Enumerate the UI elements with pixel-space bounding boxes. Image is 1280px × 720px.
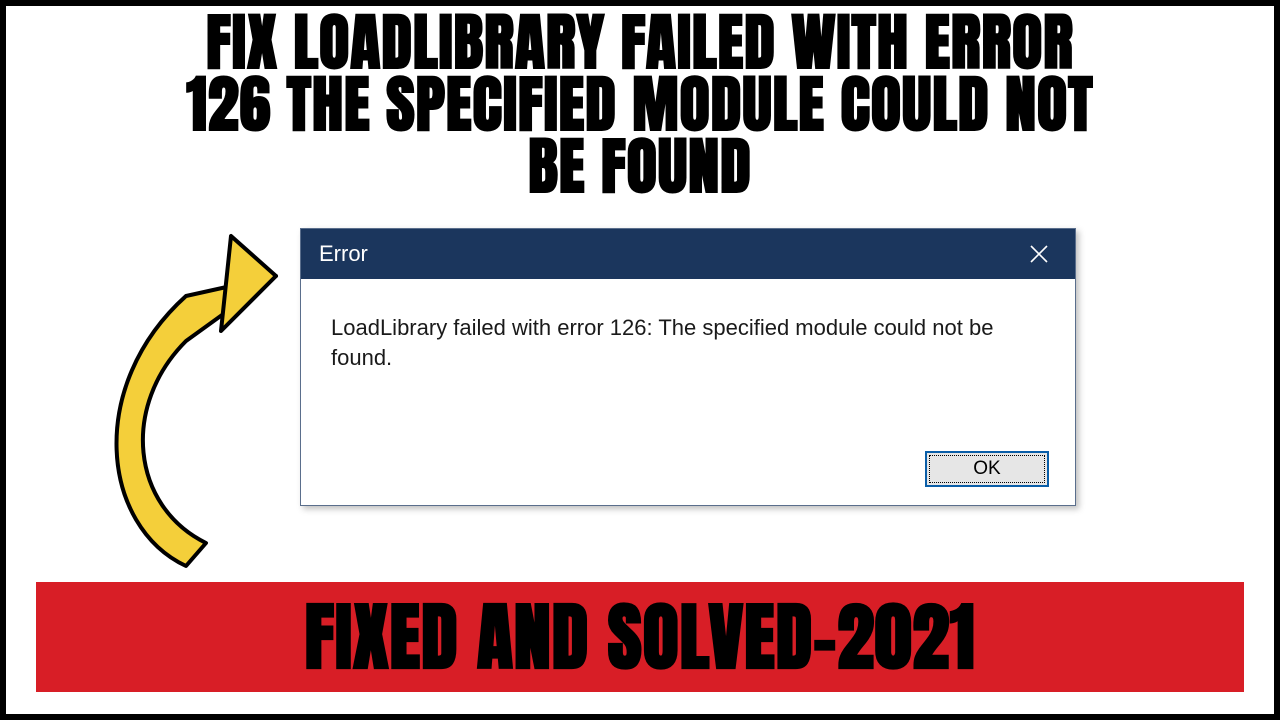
status-banner: FIXED AND SOLVED-2021 — [36, 582, 1244, 692]
banner-text: FIXED AND SOLVED-2021 — [305, 582, 976, 693]
error-dialog: Error LoadLibrary failed with error 126:… — [300, 228, 1076, 506]
dialog-titlebar[interactable]: Error — [301, 229, 1075, 279]
ok-button[interactable]: OK — [925, 451, 1049, 487]
thumbnail-headline: FIX LOADLIBRARY FAILED WITH ERROR 126 TH… — [6, 12, 1274, 198]
dialog-title: Error — [319, 241, 368, 267]
dialog-message: LoadLibrary failed with error 126: The s… — [301, 279, 1075, 372]
dialog-button-row: OK — [925, 451, 1049, 487]
close-icon[interactable] — [1017, 232, 1061, 276]
